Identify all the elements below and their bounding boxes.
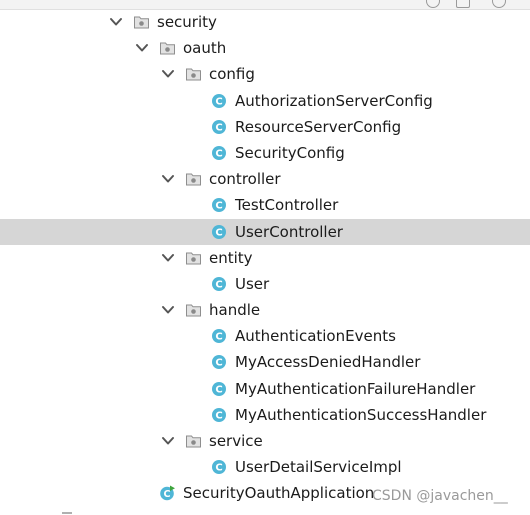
java-class-icon: C: [211, 119, 228, 135]
chevron-down-icon[interactable]: [160, 66, 176, 82]
tree-node-label: ResourceServerConfig: [235, 117, 402, 136]
tree-node-label: controller: [209, 170, 281, 189]
tree-node-security[interactable]: security: [0, 9, 530, 35]
java-class-icon: C: [211, 145, 228, 161]
chevron-down-icon[interactable]: [108, 14, 124, 30]
tree-node-usercontroller[interactable]: C UserController: [0, 218, 530, 245]
tree-node-label: SecurityOauthApplication: [183, 484, 375, 503]
globe-icon[interactable]: [426, 0, 440, 8]
java-class-icon: C: [211, 276, 228, 292]
tree-node-securityconfig[interactable]: C SecurityConfig: [0, 140, 530, 166]
tree-node-testcontroller[interactable]: C TestController: [0, 192, 530, 218]
java-class-icon: C: [211, 197, 228, 213]
package-folder-icon: [185, 171, 202, 187]
gear-icon[interactable]: [492, 0, 506, 8]
tree-node-userdetailserviceimpl[interactable]: C UserDetailServiceImpl: [0, 454, 530, 480]
tree-node-service[interactable]: service: [0, 428, 530, 454]
tree-node-label: entity: [209, 248, 253, 267]
package-folder-icon: [185, 302, 202, 318]
scroll-hint: [62, 512, 72, 514]
tree-node-oauth[interactable]: oauth: [0, 35, 530, 61]
tree-node-entity[interactable]: entity: [0, 245, 530, 271]
svg-text:C: C: [215, 279, 222, 290]
package-folder-icon: [185, 250, 202, 266]
tree-node-label: AuthenticationEvents: [235, 327, 396, 346]
chevron-down-icon[interactable]: [160, 302, 176, 318]
svg-text:C: C: [215, 384, 222, 395]
tree-node-label: service: [209, 432, 263, 450]
package-folder-icon: [159, 40, 176, 56]
tree-node-label: MyAuthenticationFailureHandler: [235, 379, 476, 398]
spring-boot-app-icon: C: [159, 485, 176, 501]
java-class-icon: C: [211, 93, 228, 109]
tree-node-config[interactable]: config: [0, 61, 530, 87]
tree-node-myauthenticationfailurehandler[interactable]: C MyAuthenticationFailureHandler: [0, 376, 530, 402]
package-folder-icon: [185, 66, 202, 82]
svg-text:C: C: [215, 149, 222, 160]
tree-node-controller[interactable]: controller: [0, 166, 530, 192]
svg-text:C: C: [215, 96, 222, 107]
tree-node-label: MyAuthenticationSuccessHandler: [235, 405, 487, 424]
chevron-down-icon[interactable]: [160, 171, 176, 187]
tree-node-label: SecurityConfig: [235, 143, 345, 162]
watermark: CSDN @javachen__: [372, 488, 508, 504]
package-folder-icon: [185, 433, 202, 449]
svg-text:C: C: [215, 227, 222, 238]
tree-node-label: MyAccessDeniedHandler: [235, 353, 421, 372]
svg-text:C: C: [215, 410, 222, 421]
svg-text:C: C: [215, 332, 222, 343]
tree-node-label: UserDetailServiceImpl: [235, 458, 402, 477]
tree-node-resourceserverconfig[interactable]: C ResourceServerConfig: [0, 114, 530, 140]
tree-node-user[interactable]: C User: [0, 271, 530, 297]
tree-node-authorizationserverconfig[interactable]: C AuthorizationServerConfig: [0, 88, 530, 114]
svg-text:C: C: [215, 463, 222, 474]
tree-node-label: User: [235, 274, 270, 293]
java-class-icon: C: [211, 328, 228, 344]
chevron-down-icon[interactable]: [160, 250, 176, 266]
java-class-icon: C: [211, 354, 228, 370]
java-class-icon: C: [211, 459, 228, 475]
svg-text:C: C: [215, 122, 222, 133]
package-folder-icon: [133, 14, 150, 30]
tree-node-handle[interactable]: handle: [0, 297, 530, 323]
chevron-down-icon[interactable]: [160, 433, 176, 449]
chevron-down-icon[interactable]: [134, 40, 150, 56]
project-tree: security oauth config C AuthorizationServerC…: [0, 9, 530, 507]
svg-text:C: C: [215, 358, 222, 369]
java-class-icon: C: [211, 224, 228, 240]
java-class-icon: C: [211, 407, 228, 423]
tree-node-label: handle: [209, 301, 261, 320]
svg-text:C: C: [215, 201, 222, 212]
tree-node-myauthenticationsuccesshandler[interactable]: C MyAuthenticationSuccessHandler: [0, 402, 530, 428]
tree-node-label: config: [209, 65, 255, 84]
tree-node-label: security: [157, 13, 217, 31]
tree-node-authenticationevents[interactable]: C AuthenticationEvents: [0, 323, 530, 349]
tree-node-label: oauth: [183, 39, 227, 58]
tree-node-label: UserController: [235, 222, 343, 241]
settings-icon[interactable]: [456, 0, 470, 8]
tree-node-label: TestController: [235, 196, 339, 215]
java-class-icon: C: [211, 381, 228, 397]
tree-node-myaccessdeniedhandler[interactable]: C MyAccessDeniedHandler: [0, 349, 530, 375]
svg-text:C: C: [164, 489, 171, 500]
tree-node-label: AuthorizationServerConfig: [235, 91, 433, 110]
project-tree-window: security oauth config C AuthorizationServerC…: [0, 0, 530, 515]
